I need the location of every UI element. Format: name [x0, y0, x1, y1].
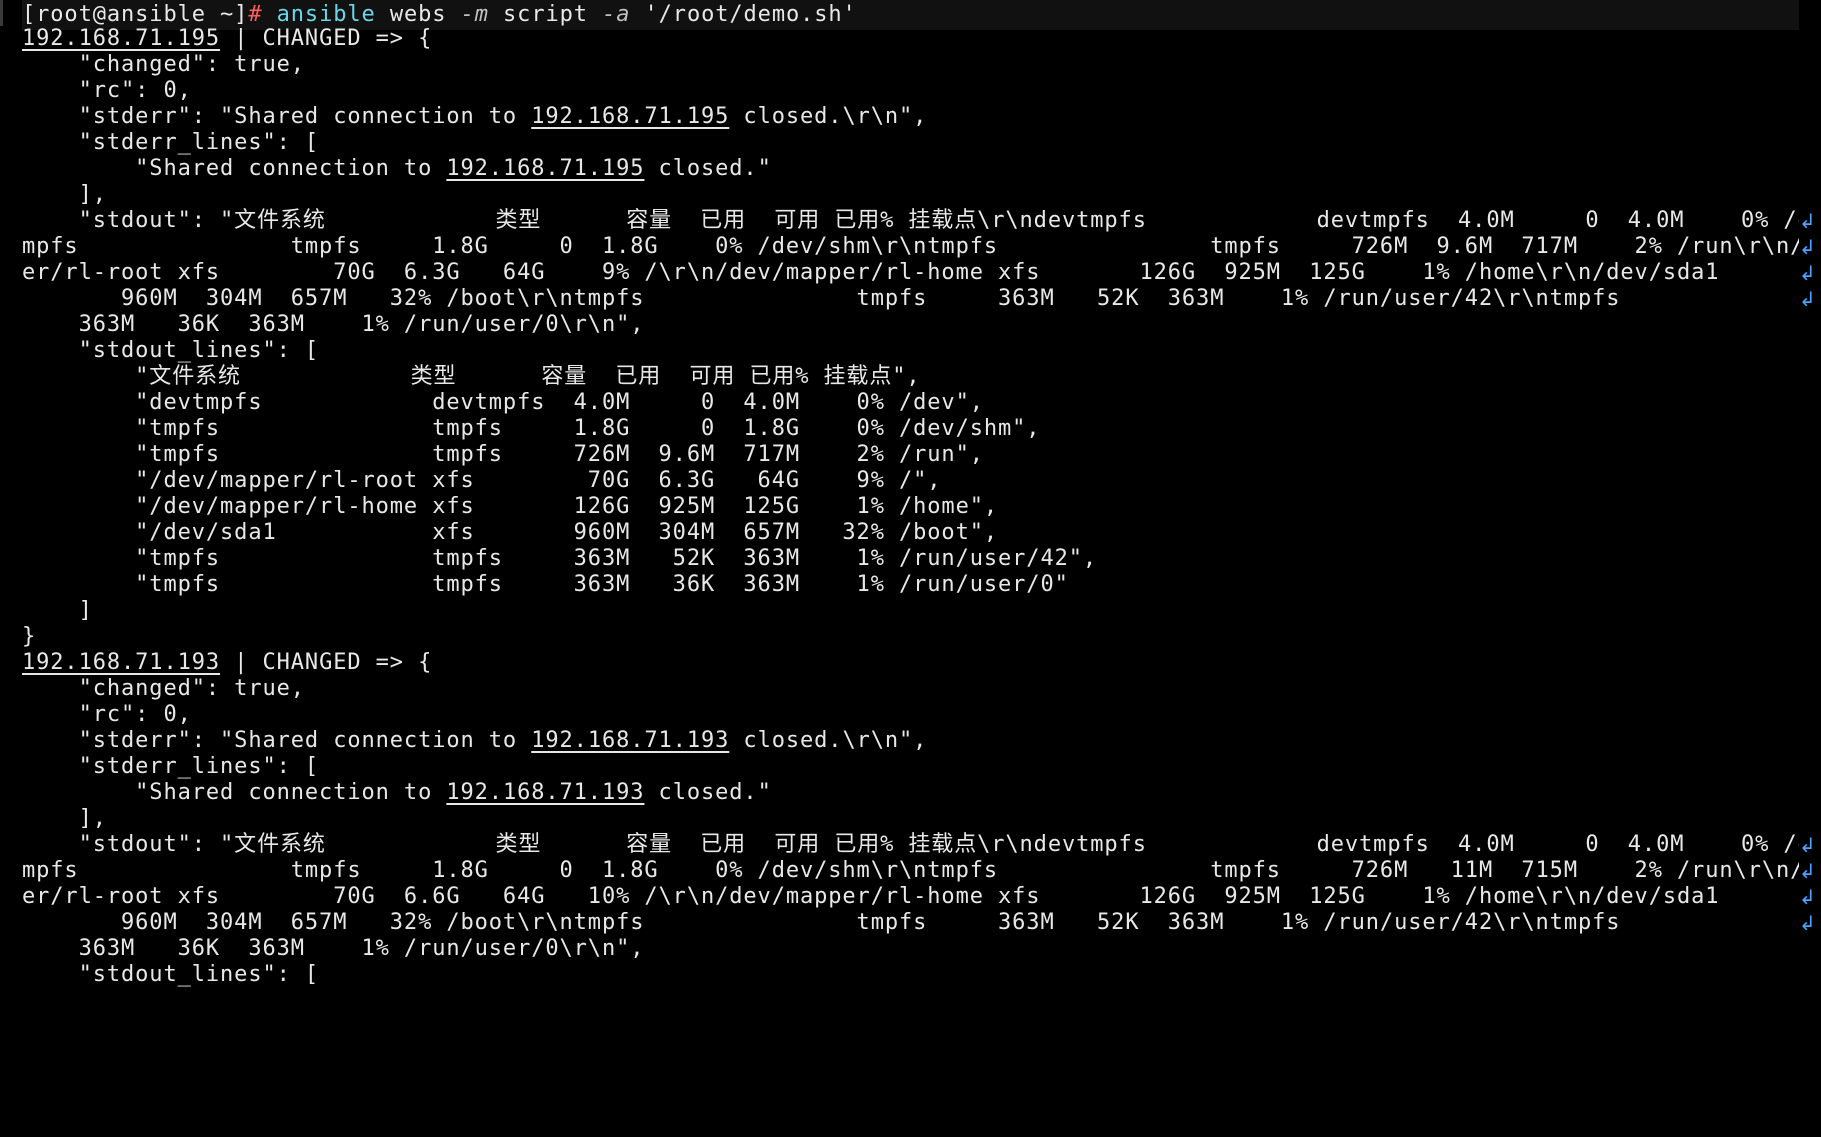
host-status: | CHANGED => {	[220, 26, 433, 51]
line-wrap-icon: ↲	[1799, 911, 1817, 935]
host-status: | CHANGED => {	[220, 650, 433, 675]
stderr-prefix: "stderr": "Shared connection to	[22, 728, 532, 753]
stderr-prefix: "stderr": "Shared connection to	[22, 104, 532, 129]
stderr-item-prefix: "Shared connection to	[22, 780, 447, 805]
stderr-suffix: closed.\r\n",	[729, 728, 928, 753]
stderr-item-suffix: closed."	[644, 780, 772, 805]
stderr-item-prefix: "Shared connection to	[22, 156, 447, 181]
terminal-window[interactable]: [root@ansible ~]# ansible webs -m script…	[0, 0, 1821, 1137]
output-line-stdout-lines-open: "stdout_lines": [	[22, 962, 320, 987]
stderr-ip-link[interactable]: 192.168.71.193	[531, 728, 729, 753]
stderr-ip-link[interactable]: 192.168.71.195	[531, 104, 729, 129]
stderr-item-ip-link[interactable]: 192.168.71.195	[446, 156, 644, 181]
scroll-edge	[0, 0, 3, 26]
stderr-item-ip-link[interactable]: 192.168.71.193	[446, 780, 644, 805]
stderr-suffix: closed.\r\n",	[729, 104, 928, 129]
host-ip-link[interactable]: 192.168.71.195	[22, 26, 220, 51]
stderr-item-suffix: closed."	[644, 156, 772, 181]
line-wrap-icon: ↲	[1799, 287, 1817, 311]
host-ip-link[interactable]: 192.168.71.193	[22, 650, 220, 675]
